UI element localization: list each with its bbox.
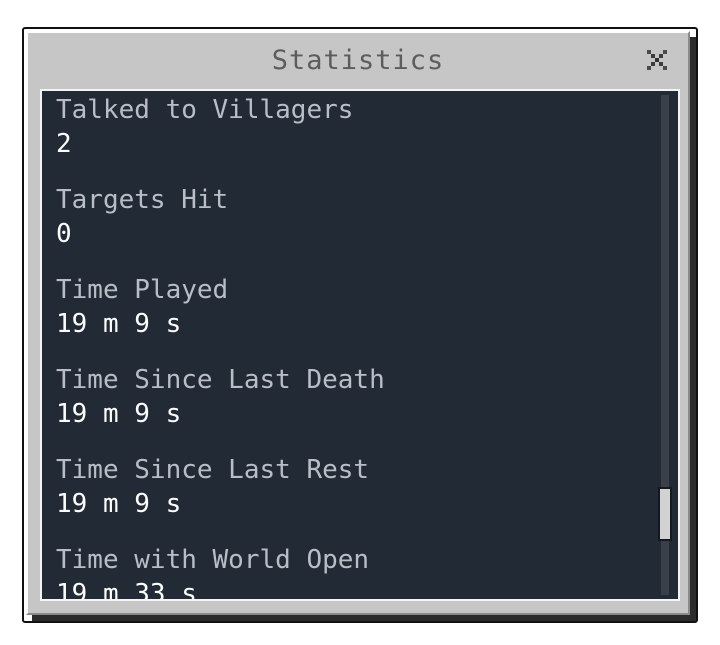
list-item: Time with World Open 19 m 33 s	[56, 543, 678, 599]
scrollbar-thumb[interactable]	[658, 487, 672, 541]
list-item: Time Since Last Death 19 m 9 s	[56, 363, 678, 453]
list-item: Targets Hit 0	[56, 183, 678, 273]
stat-label: Time Since Last Rest	[56, 455, 370, 485]
stat-value: 19 m 9 s	[56, 309, 182, 339]
stat-value: 0	[56, 219, 72, 249]
list-item: Talked to Villagers 2	[56, 93, 678, 183]
stat-value: 19 m 9 s	[56, 489, 182, 519]
stat-value: 19 m 33 s	[56, 579, 197, 599]
statistics-list: Talked to Villagers 2 Targets Hit 0 Time Pla…	[56, 93, 678, 599]
close-button[interactable]	[642, 45, 672, 75]
stat-label: Time Played	[56, 275, 229, 305]
list-item: Time Since Last Rest 19 m 9 s	[56, 453, 678, 543]
close-icon	[647, 50, 667, 70]
stat-value: 19 m 9 s	[56, 399, 182, 429]
statistics-scroll-viewport[interactable]: Talked to Villagers 2 Targets Hit 0 Time Pla…	[42, 91, 678, 599]
stat-label: Time Since Last Death	[56, 365, 385, 395]
stat-value: 2	[56, 129, 72, 159]
window-title-bar: Statistics	[28, 33, 688, 89]
vertical-scrollbar[interactable]	[658, 95, 672, 595]
stat-label: Talked to Villagers	[56, 95, 354, 125]
page-title: Statistics	[271, 45, 445, 76]
list-item: Time Played 19 m 9 s	[56, 273, 678, 363]
stat-label: Time with World Open	[56, 545, 370, 575]
statistics-window: Statistics Talked to Villagers 2 Targets H	[26, 31, 690, 615]
statistics-panel: Talked to Villagers 2 Targets Hit 0 Time Pla…	[40, 89, 680, 601]
stat-label: Targets Hit	[56, 185, 229, 215]
